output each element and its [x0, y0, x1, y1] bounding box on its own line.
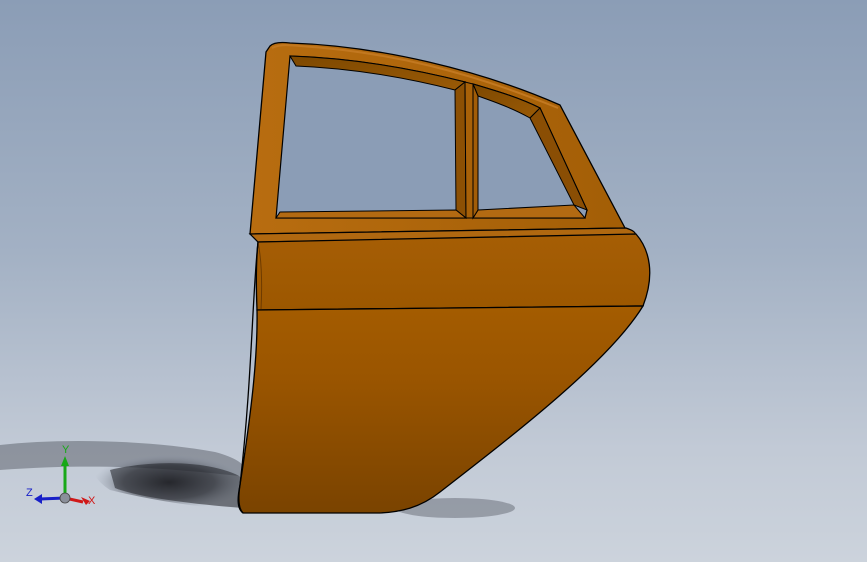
- lower-door-panel: [237, 305, 645, 514]
- front-window-opening: [275, 55, 468, 220]
- z-axis-arrow: [34, 494, 42, 504]
- center-pillar: [464, 81, 474, 219]
- y-axis-label: Y: [62, 444, 70, 456]
- x-axis-label: X: [88, 495, 96, 507]
- axis-triad-graphic: Y X Z: [26, 444, 96, 507]
- axis-triad: Y X Z: [20, 438, 110, 518]
- graphics-viewport[interactable]: Y X Z: [0, 0, 867, 562]
- z-axis-label: Z: [26, 487, 33, 499]
- upper-door-panel: [255, 233, 651, 311]
- y-axis-arrow: [61, 456, 69, 466]
- door-model[interactable]: [237, 41, 651, 514]
- triad-origin: [59, 492, 71, 504]
- model-canvas[interactable]: [0, 0, 867, 562]
